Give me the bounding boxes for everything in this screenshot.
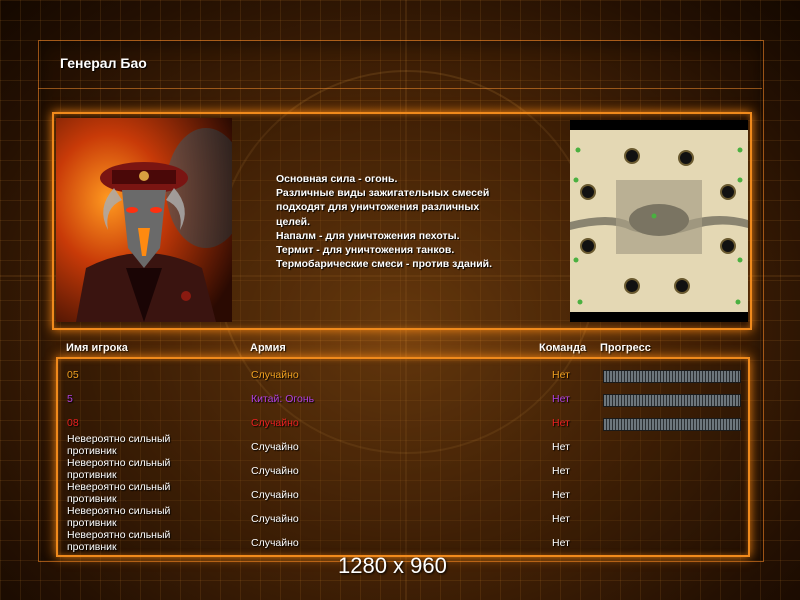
player-row: Невероятно сильный противник Случайно Не…	[58, 529, 748, 555]
player-army: Случайно	[251, 537, 299, 549]
player-team: Нет	[552, 489, 570, 501]
player-army: Китай: Огонь	[251, 393, 315, 405]
player-team: Нет	[552, 537, 570, 549]
player-row: Невероятно сильный противник Случайно Не…	[58, 457, 748, 483]
player-name: Невероятно сильный противник	[67, 529, 171, 553]
player-row: Невероятно сильный противник Случайно Не…	[58, 505, 748, 531]
player-name: Невероятно сильный противник	[67, 457, 171, 481]
player-army: Случайно	[251, 417, 299, 429]
player-army: Случайно	[251, 489, 299, 501]
player-army: Случайно	[251, 513, 299, 525]
player-team: Нет	[552, 417, 570, 429]
player-row: 05 Случайно Нет	[58, 363, 748, 387]
player-team: Нет	[552, 513, 570, 525]
player-team: Нет	[552, 393, 570, 405]
player-row: Невероятно сильный противник Случайно Не…	[58, 481, 748, 507]
map-preview-image	[570, 120, 748, 322]
player-team: Нет	[552, 465, 570, 477]
general-portrait-image	[56, 118, 232, 322]
player-progress-bar	[603, 418, 741, 431]
map-preview	[570, 120, 748, 322]
column-header-team: Команда	[539, 342, 587, 354]
title-divider	[38, 88, 762, 89]
column-header-progress: Прогресс	[600, 342, 651, 354]
player-progress-bar	[603, 394, 741, 407]
player-team: Нет	[552, 369, 570, 381]
player-army: Случайно	[251, 369, 299, 381]
general-description: Основная сила - огонь. Различные виды за…	[276, 173, 493, 271]
player-name: Невероятно сильный противник	[67, 433, 171, 457]
player-name: 08	[67, 417, 79, 429]
player-team: Нет	[552, 441, 570, 453]
column-header-player: Имя игрока	[66, 342, 128, 354]
player-name: Невероятно сильный противник	[67, 505, 171, 529]
general-info-panel: Основная сила - огонь. Различные виды за…	[52, 112, 752, 330]
player-row: 08 Случайно Нет	[58, 411, 748, 435]
player-name: 05	[67, 369, 79, 381]
player-row: 5 Китай: Огонь Нет	[58, 387, 748, 411]
general-title: Генерал Бао	[60, 55, 147, 71]
player-army: Случайно	[251, 465, 299, 477]
player-name: Невероятно сильный противник	[67, 481, 171, 505]
resolution-watermark: 1280 x 960	[338, 553, 447, 578]
player-name: 5	[67, 393, 73, 405]
column-header-army: Армия	[250, 342, 286, 354]
general-portrait	[56, 118, 232, 322]
player-army: Случайно	[251, 441, 299, 453]
player-row: Невероятно сильный противник Случайно Не…	[58, 433, 748, 459]
players-list: 05 Случайно Нет 5 Китай: Огонь Нет 08 Сл…	[56, 357, 750, 557]
player-progress-bar	[603, 370, 741, 383]
